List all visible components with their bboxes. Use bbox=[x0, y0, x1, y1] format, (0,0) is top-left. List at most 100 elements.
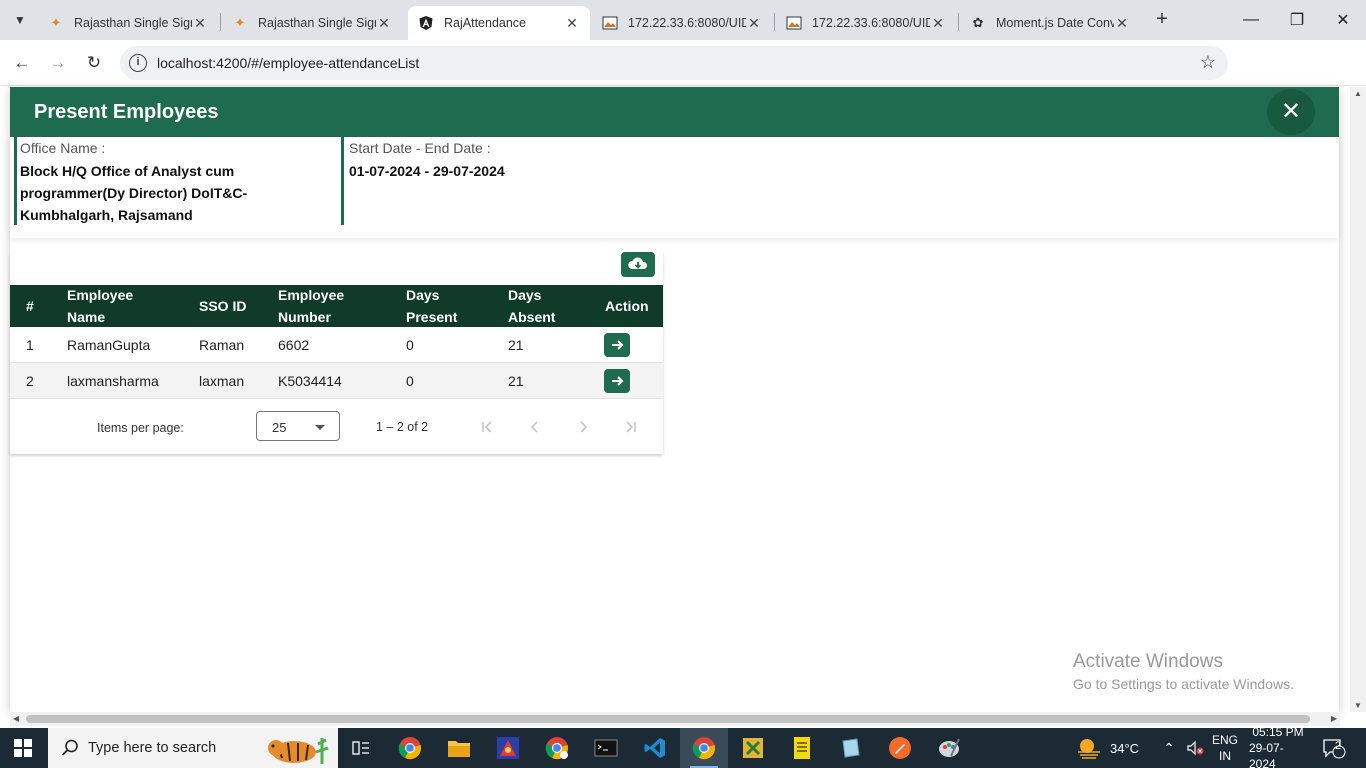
tab-title: 172.22.33.6:8080/UID bbox=[628, 16, 746, 30]
arrow-right-icon bbox=[612, 339, 624, 350]
weather-widget[interactable]: 34°C bbox=[1076, 728, 1139, 768]
show-hidden-icons-chevron-icon[interactable]: ⌃ bbox=[1163, 728, 1175, 768]
volume-muted-icon[interactable] bbox=[1186, 728, 1204, 768]
last-page-icon bbox=[626, 421, 636, 433]
view-details-button[interactable] bbox=[604, 332, 630, 357]
notification-count: 2 bbox=[1335, 740, 1342, 752]
dialog-title: Present Employees bbox=[34, 101, 219, 123]
search-highlight-tiger-icon bbox=[268, 738, 329, 764]
paginator: Items per page: 25 1 – 2 of 2 bbox=[10, 399, 663, 454]
row-sso-id: Raman bbox=[199, 336, 245, 353]
tab-uid-1[interactable]: 172.22.33.6:8080/UID ✕ bbox=[592, 6, 772, 40]
row-days-absent: 21 bbox=[508, 336, 524, 353]
page-size-select[interactable]: 25 bbox=[256, 411, 340, 441]
table-row: 2 laxmansharma laxman K5034414 0 21 bbox=[10, 363, 663, 399]
chrome-icon[interactable] bbox=[386, 728, 434, 768]
task-view-icon[interactable] bbox=[337, 728, 385, 768]
sticky-app-icon[interactable] bbox=[827, 728, 875, 768]
page-range-label: 1 – 2 of 2 bbox=[376, 420, 429, 434]
tab-momentjs[interactable]: ✿ Moment.js Date Conv ✕ bbox=[960, 6, 1140, 40]
clock-time: 05:15 PM bbox=[1252, 725, 1304, 739]
close-tab-icon[interactable]: ✕ bbox=[192, 15, 208, 32]
clock[interactable]: 05:15 PM 29-07-2024 bbox=[1249, 725, 1307, 768]
first-page-button[interactable] bbox=[475, 415, 499, 439]
notes-app-icon[interactable] bbox=[778, 728, 826, 768]
language-indicator[interactable]: ENG IN bbox=[1212, 728, 1238, 768]
bookmark-star-icon[interactable]: ☆ bbox=[1200, 52, 1216, 73]
header-days-absent: Days Absent bbox=[508, 287, 556, 325]
previous-page-button[interactable] bbox=[523, 415, 547, 439]
notification-center-icon[interactable]: 2 bbox=[1322, 728, 1346, 768]
tab-uid-2[interactable]: 172.22.33.6:8080/UID ✕ bbox=[776, 6, 956, 40]
tab-rajsso-2[interactable]: ✦ Rajasthan Single Sign ✕ bbox=[222, 6, 402, 40]
taskbar-search[interactable]: Type here to search bbox=[48, 728, 338, 768]
dialog-close-button[interactable]: ✕ bbox=[1267, 89, 1315, 135]
tab-separator bbox=[220, 13, 221, 31]
scrollbar-thumb[interactable] bbox=[26, 715, 1310, 723]
close-tab-icon[interactable]: ✕ bbox=[1114, 15, 1130, 32]
restore-icon[interactable]: ❐ bbox=[1274, 0, 1320, 40]
date-range-info: Start Date - End Date : 01-07-2024 - 29-… bbox=[346, 137, 746, 225]
chrome-active-icon[interactable] bbox=[680, 728, 728, 768]
present-employees-dialog: Present Employees ✕ Office Name : Block … bbox=[10, 87, 1339, 712]
back-icon[interactable]: ← bbox=[10, 51, 34, 75]
tab-title: Rajasthan Single Sign bbox=[74, 16, 192, 30]
rajasthan-logo-icon: ✦ bbox=[234, 15, 246, 30]
tab-rajattendance[interactable]: RajAttendance ✕ bbox=[408, 6, 590, 40]
office-info: Office Name : Block H/Q Office of Analys… bbox=[14, 137, 344, 225]
scroll-down-icon[interactable]: ▼ bbox=[1354, 701, 1362, 710]
paint-app-icon[interactable] bbox=[925, 728, 973, 768]
next-page-button[interactable] bbox=[571, 415, 595, 439]
browser-tabstrip: ▼ ✦ Rajasthan Single Sign ✕ ✦ Rajasthan … bbox=[0, 0, 1366, 40]
employee-table: # Employee Name SSO ID Employee Number D… bbox=[10, 285, 663, 399]
site-info-icon[interactable]: i bbox=[129, 54, 147, 72]
search-placeholder: Type here to search bbox=[88, 740, 217, 756]
vertical-scrollbar[interactable]: ▲ ▼ bbox=[1350, 87, 1366, 712]
row-action bbox=[604, 363, 630, 398]
chrome-profile-icon[interactable] bbox=[533, 728, 581, 768]
close-tab-icon[interactable]: ✕ bbox=[746, 15, 762, 32]
windows-start-icon[interactable] bbox=[14, 739, 32, 757]
tab-rajsso-1[interactable]: ✦ Rajasthan Single Sign ✕ bbox=[38, 6, 218, 40]
horizontal-scrollbar[interactable]: ◀ ▶ bbox=[10, 712, 1340, 726]
search-icon bbox=[61, 739, 78, 756]
header-index: # bbox=[26, 298, 34, 314]
scroll-right-icon[interactable]: ▶ bbox=[1331, 714, 1337, 723]
download-button[interactable] bbox=[621, 252, 655, 277]
chevron-right-icon bbox=[580, 421, 588, 433]
app-launcher-icon[interactable] bbox=[484, 728, 532, 768]
table-header: # Employee Name SSO ID Employee Number D… bbox=[10, 285, 663, 327]
scroll-up-icon[interactable]: ▲ bbox=[1354, 89, 1362, 98]
close-tab-icon[interactable]: ✕ bbox=[930, 15, 946, 32]
window-close-icon[interactable]: ✕ bbox=[1320, 0, 1366, 40]
url-text[interactable]: localhost:4200/#/employee-attendanceList bbox=[157, 55, 419, 71]
broken-image-icon bbox=[786, 15, 802, 31]
file-explorer-icon[interactable] bbox=[435, 728, 483, 768]
tab-search-icon[interactable]: ▼ bbox=[8, 8, 32, 32]
new-tab-icon[interactable]: + bbox=[1150, 8, 1174, 32]
reload-icon[interactable]: ↻ bbox=[82, 51, 106, 75]
last-page-button[interactable] bbox=[619, 415, 643, 439]
table-row: 1 RamanGupta Raman 6602 0 21 bbox=[10, 327, 663, 363]
forward-icon[interactable]: → bbox=[46, 51, 70, 75]
tools-app-icon[interactable] bbox=[729, 728, 777, 768]
watermark-line-1: Activate Windows bbox=[1073, 651, 1223, 672]
address-bar[interactable]: i localhost:4200/#/employee-attendanceLi… bbox=[120, 46, 1228, 80]
pen-app-icon[interactable] bbox=[876, 728, 924, 768]
chevron-down-icon bbox=[315, 425, 325, 430]
row-employee-number: K5034414 bbox=[278, 372, 342, 389]
scroll-left-icon[interactable]: ◀ bbox=[13, 714, 19, 723]
windows-taskbar: Type here to search 34°C ⌃ ENG IN 05:15 … bbox=[0, 725, 1366, 768]
close-tab-icon[interactable]: ✕ bbox=[376, 15, 392, 32]
close-tab-icon[interactable]: ✕ bbox=[564, 15, 580, 32]
terminal-icon[interactable] bbox=[582, 728, 630, 768]
vscode-icon[interactable] bbox=[631, 728, 679, 768]
tab-separator bbox=[774, 13, 775, 31]
temperature-text: 34°C bbox=[1110, 740, 1140, 756]
activate-windows-watermark: Activate Windows Go to Settings to activ… bbox=[1073, 651, 1294, 692]
first-page-icon bbox=[482, 421, 492, 433]
minimize-icon[interactable]: — bbox=[1228, 0, 1274, 40]
row-employee-name: laxmansharma bbox=[67, 372, 159, 389]
language-code: ENG bbox=[1212, 733, 1239, 747]
view-details-button[interactable] bbox=[604, 368, 630, 393]
